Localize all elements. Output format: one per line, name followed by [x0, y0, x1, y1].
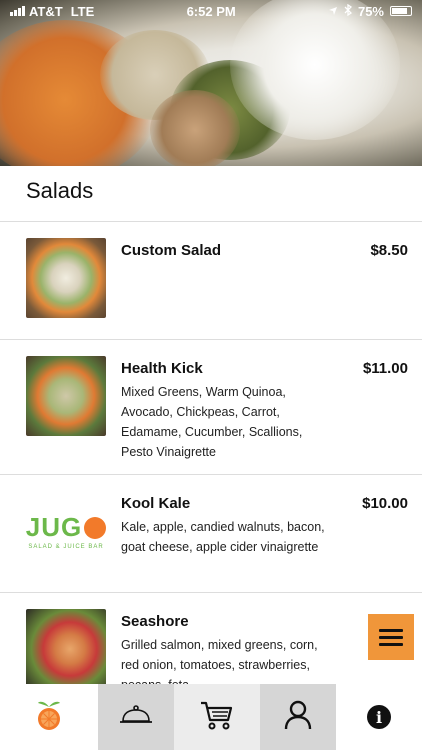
logo-text: JUG [26, 512, 83, 542]
carrier-label: AT&T [29, 3, 63, 19]
section-title: Salads [26, 178, 94, 203]
menu-list: Custom Salad $8.50 Health Kick $11.00 Mi… [0, 222, 422, 684]
item-price: $10.00 [362, 495, 408, 512]
hamburger-icon-bar [379, 642, 403, 646]
battery-percent: 75% [357, 3, 384, 19]
item-description: Grilled salmon, mixed greens, corn, red … [121, 638, 318, 684]
item-price: $8.50 [370, 242, 408, 259]
item-name: Health Kick [121, 360, 203, 377]
hero-image: AT&T LTE 6:52 PM 75% [0, 0, 422, 166]
signal-icon [10, 6, 25, 16]
bottom-nav: i [0, 684, 422, 750]
logo-wordmark: JUG [26, 512, 106, 543]
item-name: Custom Salad [121, 242, 222, 259]
menu-item-health-kick[interactable]: Health Kick $11.00 Mixed Greens, Warm Qu… [0, 340, 422, 475]
status-left: AT&T LTE [10, 4, 94, 19]
jugo-logo: JUG SALAD & JUICE BAR [26, 491, 106, 571]
nav-account-button[interactable] [260, 684, 336, 750]
item-description: Mixed Greens, Warm Quinoa, Avocado, Chic… [121, 385, 303, 459]
status-right: 75% [328, 3, 412, 19]
item-name: Kool Kale [121, 495, 191, 512]
nav-info-button[interactable]: i [336, 684, 422, 750]
orange-slice-icon [84, 516, 106, 539]
salad-photo [26, 356, 106, 436]
salad-photo [26, 238, 106, 318]
menu-button[interactable] [368, 614, 414, 660]
menu-item-seashore[interactable]: Seashore $ Grilled salmon, mixed greens,… [0, 593, 422, 684]
cloche-icon [119, 704, 153, 731]
item-description: Kale, apple, candied walnuts, bacon, goa… [121, 520, 325, 554]
menu-item-custom-salad[interactable]: Custom Salad $8.50 [0, 222, 422, 340]
info-icon: i [367, 705, 391, 729]
nav-orders-button[interactable] [98, 684, 174, 750]
section-header: Salads [0, 166, 422, 222]
logo-subtitle: SALAD & JUICE BAR [28, 544, 104, 550]
clock: 6:52 PM [186, 3, 236, 19]
location-icon [328, 4, 338, 19]
item-name: Seashore [121, 613, 189, 630]
hamburger-icon-bar [379, 628, 403, 632]
logo-icon [35, 699, 63, 736]
status-bar: AT&T LTE 6:52 PM 75% [0, 0, 422, 22]
item-price: $11.00 [362, 360, 408, 377]
network-label: LTE [70, 3, 95, 19]
battery-icon [390, 6, 412, 16]
hamburger-icon-bar [379, 635, 403, 639]
nav-cart-button[interactable] [174, 684, 260, 750]
salad-photo [26, 609, 106, 684]
cart-icon [200, 700, 234, 735]
nav-home-button[interactable] [0, 684, 98, 750]
person-icon [283, 700, 313, 735]
bluetooth-icon [344, 3, 352, 19]
menu-item-kool-kale[interactable]: JUG SALAD & JUICE BAR Kool Kale $10.00 K… [0, 475, 422, 593]
